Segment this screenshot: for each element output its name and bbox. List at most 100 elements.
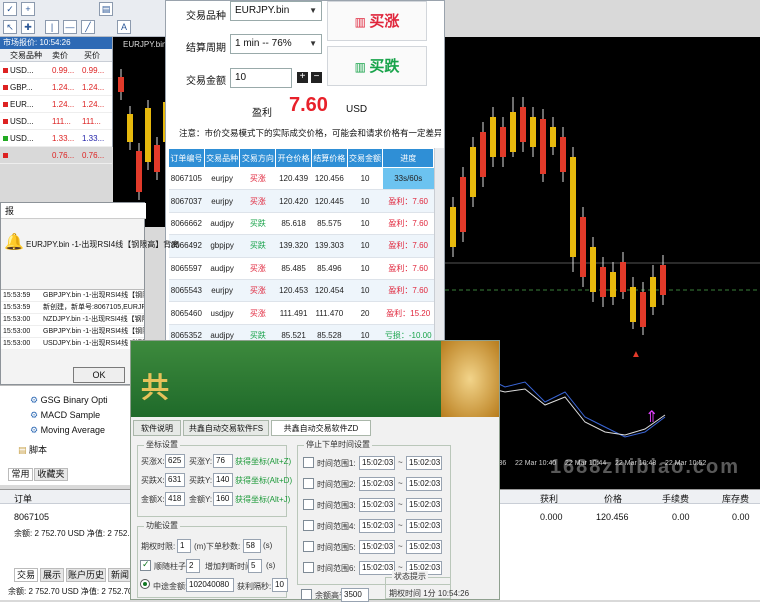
ea-tab[interactable]: 共鑫自动交易软件ZD xyxy=(271,420,371,436)
table-row[interactable]: 8067037 eurjpy 买涨 120.420 120.445 10 盈利：7.60 xyxy=(168,189,434,213)
time-range-checkbox[interactable] xyxy=(303,499,314,510)
time-range-checkbox[interactable] xyxy=(303,457,314,468)
buy-down-button[interactable]: ▥ 买跌 xyxy=(327,46,427,86)
candle xyxy=(610,272,616,297)
mid-amount-radio[interactable] xyxy=(140,579,150,589)
market-watch-row[interactable]: EUR... 1.24... 1.24... xyxy=(0,96,112,113)
mid-amount-input[interactable]: 102040080 xyxy=(186,578,234,592)
coord-y-label: 金额Y: xyxy=(189,495,213,504)
vline-icon[interactable]: | xyxy=(45,20,59,34)
trendline-icon[interactable]: ╱ xyxy=(81,20,95,34)
status-title: 状态提示 xyxy=(392,571,428,582)
market-watch-row[interactable]: GBP... 1.24... 1.24... xyxy=(0,79,112,96)
time-range-end[interactable]: 15:02:03 xyxy=(406,477,442,491)
time-range-end[interactable]: 15:02:03 xyxy=(406,519,442,533)
market-watch-row[interactable]: 0.76... 0.76... xyxy=(0,147,112,164)
navigator-item-label: Moving Average xyxy=(40,425,105,435)
time-range-end[interactable]: 15:02:03 xyxy=(406,456,442,470)
tab-favorites[interactable]: 收藏夹 xyxy=(34,468,68,481)
time-range-end[interactable]: 15:02:03 xyxy=(406,540,442,554)
buy-up-label: 买涨 xyxy=(369,13,400,30)
coord-y-input[interactable]: 160 xyxy=(213,492,233,506)
market-watch-row[interactable]: USD... 1.33... 1.33... xyxy=(0,130,112,147)
coord-x-label: 买跌X: xyxy=(141,476,165,485)
time-range-start[interactable]: 15:02:03 xyxy=(359,540,395,554)
crosshair-icon[interactable]: ✚ xyxy=(21,20,35,34)
pointer-icon[interactable]: ↖ xyxy=(3,20,17,34)
check-icon[interactable]: ✓ xyxy=(3,2,17,16)
hline-icon[interactable]: — xyxy=(63,20,77,34)
order-close: 139.303 xyxy=(311,234,348,258)
time-range-start[interactable]: 15:02:03 xyxy=(359,561,395,575)
candle xyxy=(530,117,536,147)
time-range-checkbox[interactable] xyxy=(303,478,314,489)
table-row[interactable]: 8066492 gbpjpy 买跌 139.320 139.303 10 盈利：7.60 xyxy=(168,234,434,258)
coord-x-input[interactable]: 625 xyxy=(165,454,185,468)
amount-input[interactable]: 10 xyxy=(230,68,292,88)
get-coord-button[interactable]: 获得坐标(Alt+D) xyxy=(235,475,292,486)
terminal-col-order: 订单 xyxy=(14,494,33,504)
time-range-end[interactable]: 15:02:03 xyxy=(406,498,442,512)
balance-checkbox[interactable] xyxy=(301,589,312,600)
symbol-select[interactable]: EURJPY.bin ▼ xyxy=(230,1,322,21)
follow-candle-input[interactable]: 2 xyxy=(186,559,200,573)
terminal-order-id[interactable]: 8067105 xyxy=(14,512,49,522)
tab-common[interactable]: 常用 xyxy=(8,468,33,481)
text-icon[interactable]: A xyxy=(117,20,131,34)
amount-label: 交易金额 xyxy=(186,76,226,87)
order-seconds-input[interactable]: 58 xyxy=(243,539,261,553)
coord-x-input[interactable]: 631 xyxy=(165,473,185,487)
navigator-item[interactable]: ⚙ MACD Sample xyxy=(30,410,100,421)
market-watch-bid: 0.76... xyxy=(52,151,75,160)
time-range-checkbox[interactable] xyxy=(303,520,314,531)
navigator-item[interactable]: ⚙ Moving Average xyxy=(30,425,105,436)
time-range-start[interactable]: 15:02:03 xyxy=(359,477,395,491)
log-message: USDJPY.bin -1-出现RSI4线【钢限... xyxy=(43,340,144,347)
col-price: 价格 xyxy=(604,494,623,504)
market-watch-ask: 111... xyxy=(82,117,101,126)
get-coord-button[interactable]: 获得坐标(Alt+Z) xyxy=(235,456,291,467)
period-limit-input[interactable]: 1 xyxy=(177,539,191,553)
terminal-tab[interactable]: 账户历史 xyxy=(66,568,106,582)
time-range-checkbox[interactable] xyxy=(303,562,314,573)
minus-icon[interactable]: − xyxy=(311,72,322,83)
add-time-input[interactable]: 5 xyxy=(248,559,262,573)
navigator-item[interactable]: ⚙ GSG Binary Opti xyxy=(30,395,108,406)
coord-x-input[interactable]: 418 xyxy=(165,492,185,506)
order-dir: 买涨 xyxy=(239,301,276,325)
terminal-tab[interactable]: 展示 xyxy=(40,568,64,582)
follow-candle-checkbox[interactable] xyxy=(140,559,151,571)
coord-group-title: 坐标设置 xyxy=(144,439,180,450)
period-select[interactable]: 1 min -- 76% ▼ xyxy=(230,34,322,54)
folder-icon[interactable]: ▤ xyxy=(99,2,113,16)
table-row[interactable]: 8067105 eurjpy 买涨 120.439 120.456 10 33s/60s xyxy=(168,167,434,191)
market-watch-row[interactable]: USD... 0.99... 0.99... xyxy=(0,62,112,79)
ea-tab[interactable]: 共鑫自动交易软件FS xyxy=(183,420,269,436)
time-range-start[interactable]: 15:02:03 xyxy=(359,498,395,512)
terminal-tab[interactable]: 交易 xyxy=(14,568,38,582)
time-range-label: 时间范围4: xyxy=(317,522,356,531)
table-row[interactable]: 8065460 usdjpy 买涨 111.491 111.470 20 盈利：15.20 xyxy=(168,301,434,325)
candle xyxy=(630,287,636,322)
table-row[interactable]: 8065543 eurjpy 买涨 120.453 120.454 10 盈利：7.60 xyxy=(168,279,434,303)
ea-tab[interactable]: 软件说明 xyxy=(133,420,181,436)
table-row[interactable]: 8066662 audjpy 买跌 85.618 85.575 10 盈利：7.60 xyxy=(168,212,434,236)
order-sym: gbpjpy xyxy=(204,234,240,258)
plus-icon[interactable]: + xyxy=(21,2,35,16)
plus-icon[interactable]: + xyxy=(297,72,308,83)
market-watch-ask: 0.76... xyxy=(82,151,105,160)
get-coord-button[interactable]: 获得坐标(Alt+J) xyxy=(235,494,290,505)
time-range-start[interactable]: 15:02:03 xyxy=(359,519,395,533)
table-row[interactable]: 8065597 audjpy 买涨 85.485 85.496 10 盈利：7.60 xyxy=(168,257,434,280)
ea-settings-window: 共 软件说明 共鑫自动交易软件FS 共鑫自动交易软件ZD 坐标设置 买涨X: 625 买… xyxy=(130,340,500,602)
time-range-start[interactable]: 15:02:03 xyxy=(359,456,395,470)
market-watch-row[interactable]: USD... 111... 111... xyxy=(0,113,112,130)
profit-interval-input[interactable]: 10 xyxy=(272,578,288,592)
coord-y-input[interactable]: 76 xyxy=(213,454,233,468)
scripts-node[interactable]: ▤ 脚本 xyxy=(18,443,47,456)
buy-up-button[interactable]: ▥ 买涨 xyxy=(327,1,427,41)
terminal-tab[interactable]: 新闻 xyxy=(108,568,132,582)
ok-button[interactable]: OK xyxy=(73,367,125,383)
time-range-checkbox[interactable] xyxy=(303,541,314,552)
coord-y-input[interactable]: 140 xyxy=(213,473,233,487)
